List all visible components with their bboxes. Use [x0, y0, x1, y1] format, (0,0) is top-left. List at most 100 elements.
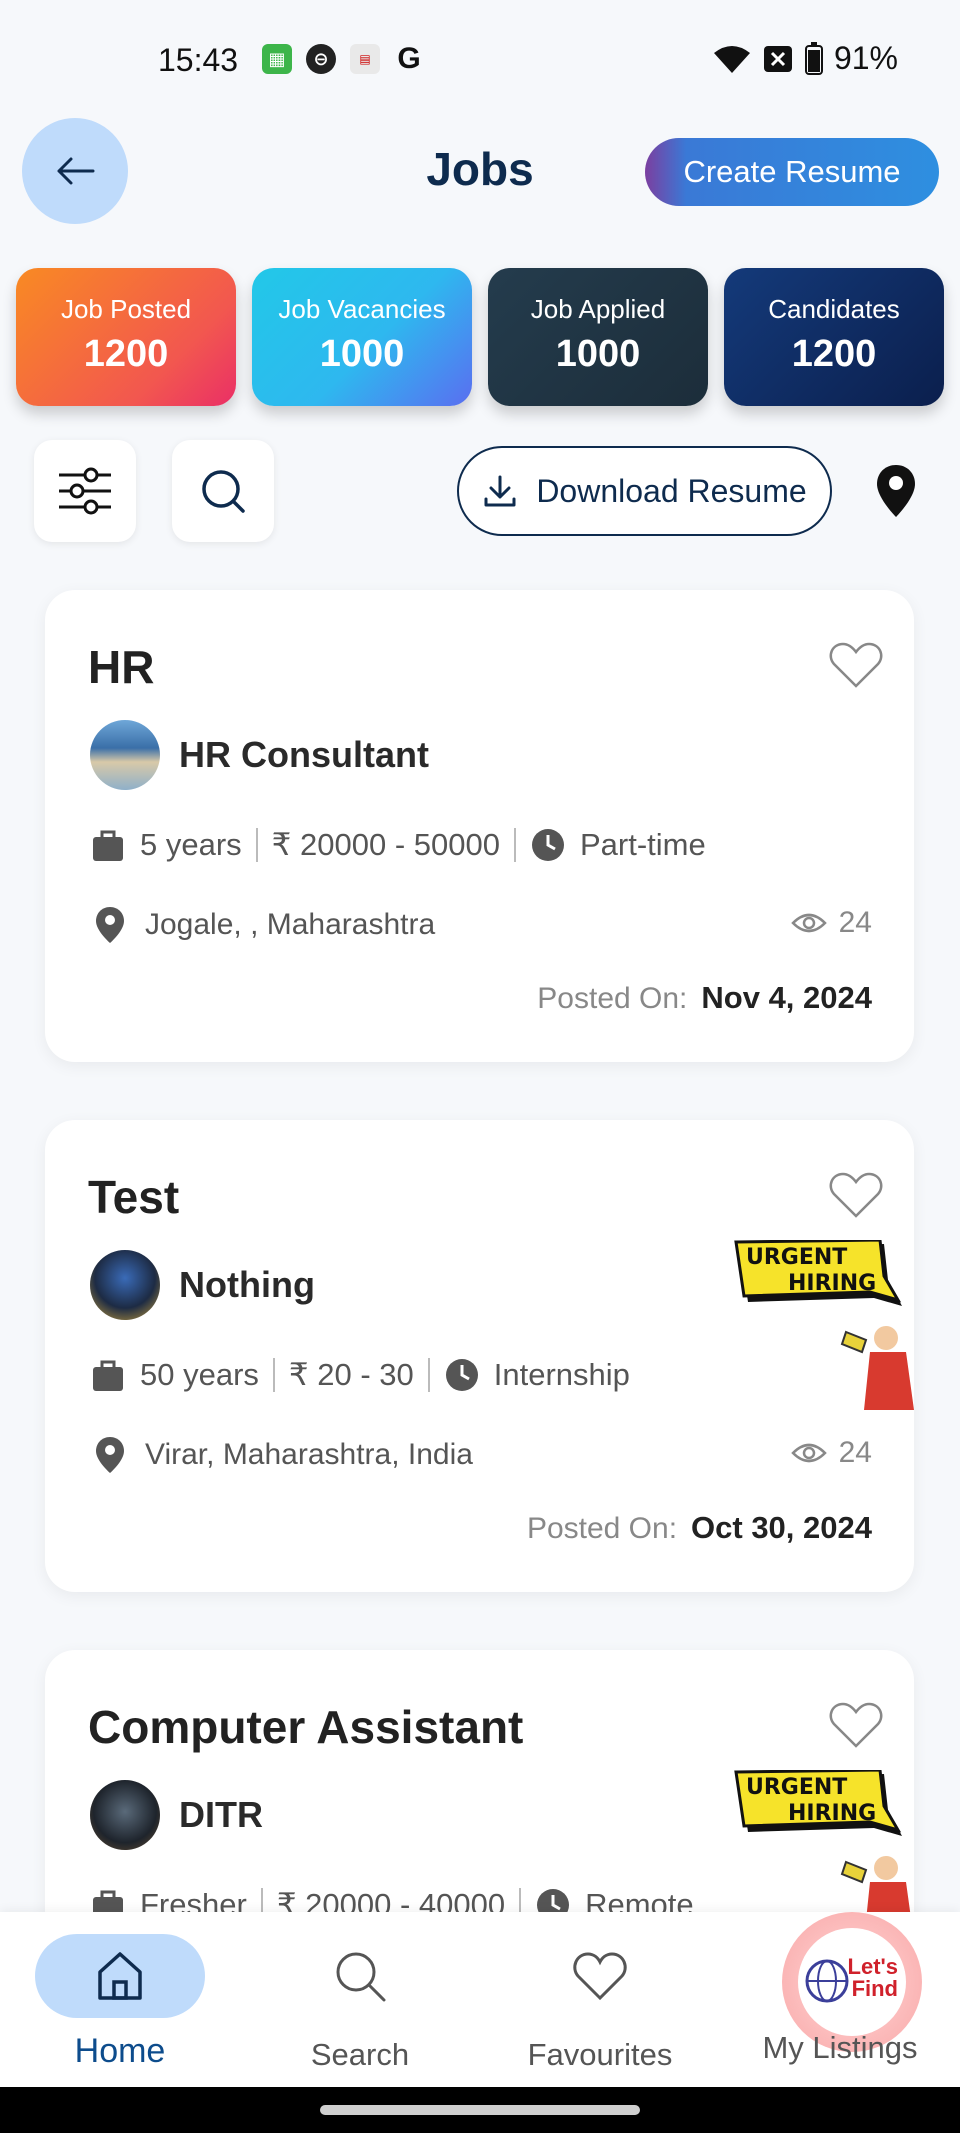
job-card[interactable]: Test Nothing URGENT HIRING 50 years ₹ 20…	[45, 1120, 914, 1592]
nav-favourites[interactable]: Favourites	[480, 1912, 720, 2087]
search-icon	[336, 1952, 386, 2002]
posted-label: Posted On:	[526, 1512, 678, 1545]
calendar-app-icon: ▦	[262, 44, 292, 74]
divider	[427, 1358, 430, 1392]
job-title: Test	[88, 1171, 180, 1223]
stat-value: 1000	[319, 333, 405, 375]
logo-text: Let's Find	[848, 1956, 898, 2000]
job-title: HR	[88, 641, 155, 693]
nav-home-label: Home	[74, 2032, 166, 2070]
posted-date: Oct 30, 2024	[691, 1510, 872, 1545]
posted-date: Nov 4, 2024	[701, 980, 872, 1015]
nav-favourites-label: Favourites	[527, 2037, 673, 2072]
urgent-text: URGENT	[746, 1775, 847, 1800]
company-name: DITR	[179, 1794, 263, 1835]
location-button[interactable]	[868, 458, 924, 524]
hiring-text: HIRING	[788, 1801, 876, 1826]
posted-label: Posted On:	[537, 982, 688, 1015]
globe-icon	[805, 1959, 849, 2003]
nav-search[interactable]: Search	[240, 1912, 480, 2087]
job-views: 24	[790, 1436, 872, 1470]
company-avatar	[90, 1780, 160, 1850]
no-sim-icon	[763, 45, 792, 72]
clock-icon	[445, 1359, 478, 1391]
stat-candidates[interactable]: Candidates 1200	[724, 268, 944, 406]
home-icon	[98, 1952, 142, 2000]
job-type: Internship	[493, 1357, 630, 1392]
nav-my-listings-label: My Listings	[762, 2030, 918, 2065]
stat-job-vacancies[interactable]: Job Vacancies 1000	[252, 268, 472, 406]
company-avatar	[90, 1250, 160, 1320]
divider	[513, 828, 516, 862]
stat-label: Job Applied	[530, 294, 666, 324]
status-bar: 15:43 ▦ ⊖ ▤ G 91%	[0, 0, 960, 120]
google-icon: G	[397, 42, 421, 75]
company-name: Nothing	[179, 1264, 315, 1305]
sliders-icon	[59, 467, 111, 515]
stat-value: 1200	[791, 333, 877, 375]
briefcase-icon	[93, 1360, 123, 1391]
stat-label: Job Vacancies	[278, 294, 446, 324]
posted-on: Posted On: Nov 4, 2024	[537, 980, 872, 1016]
search-icon	[202, 470, 245, 513]
job-title: Computer Assistant	[88, 1701, 524, 1753]
stat-label: Candidates	[768, 294, 900, 324]
create-resume-button[interactable]: Create Resume	[645, 138, 939, 206]
view-count: 24	[838, 906, 872, 939]
stat-value: 1200	[83, 333, 169, 375]
clock-icon	[531, 829, 564, 861]
nav-my-listings[interactable]: Let's Find My Listings	[720, 1912, 960, 2087]
job-type: Part-time	[579, 827, 706, 862]
heart-icon[interactable]	[828, 640, 884, 690]
urgent-hiring-badge: URGENT HIRING	[734, 1770, 913, 1930]
nav-home[interactable]: Home	[0, 1912, 240, 2087]
job-salary: ₹ 20 - 30	[288, 1357, 414, 1392]
heart-icon[interactable]	[828, 1170, 884, 1220]
job-location-row: Jogale, , Maharashtra	[95, 906, 435, 944]
status-time: 15:43	[158, 42, 239, 78]
job-location: Jogale, , Maharashtra	[145, 908, 436, 941]
job-card[interactable]: Computer Assistant DITR URGENT HIRING Fr…	[45, 1650, 914, 1930]
location-pin-icon	[96, 1437, 124, 1473]
eye-icon	[790, 913, 827, 933]
stat-value: 1000	[555, 333, 641, 375]
divider	[255, 828, 258, 862]
urgent-text: URGENT	[746, 1245, 847, 1270]
filter-button[interactable]	[34, 440, 136, 542]
status-right: 91%	[712, 40, 898, 77]
stat-job-applied[interactable]: Job Applied 1000	[488, 268, 708, 406]
divider	[272, 1358, 275, 1392]
location-pin-icon	[877, 465, 915, 517]
job-views: 24	[790, 906, 872, 940]
briefcase-icon	[93, 830, 123, 861]
download-resume-label: Download Resume	[536, 472, 807, 509]
job-salary: ₹ 20000 - 50000	[271, 827, 500, 862]
status-app-icons: ▦ ⊖ ▤ G	[262, 42, 424, 75]
bottom-navigation: Home Search Favourites Let's Find My Lis…	[0, 1912, 960, 2087]
metro-app-icon: ⊖	[306, 44, 336, 74]
job-location: Virar, Maharashtra, India	[145, 1438, 473, 1471]
stat-job-posted[interactable]: Job Posted 1200	[16, 268, 236, 406]
company-name: HR Consultant	[179, 734, 429, 775]
heart-icon[interactable]	[828, 1700, 884, 1750]
battery-icon	[804, 41, 823, 75]
stat-label: Job Posted	[60, 294, 192, 324]
download-resume-button[interactable]: Download Resume	[457, 446, 832, 536]
job-experience: 5 years	[140, 827, 242, 862]
posted-on: Posted On: Oct 30, 2024	[527, 1510, 872, 1546]
job-meta: 5 years ₹ 20000 - 50000 Part-time	[90, 827, 706, 863]
nav-search-label: Search	[310, 2037, 410, 2072]
eye-icon	[790, 1443, 827, 1463]
location-pin-icon	[96, 907, 124, 943]
search-button[interactable]	[172, 440, 274, 542]
home-indicator[interactable]	[320, 2105, 640, 2115]
battery-percent: 91%	[833, 40, 898, 76]
news-app-icon: ▤	[350, 44, 380, 74]
hiring-text: HIRING	[788, 1271, 876, 1296]
logo-line2: Find	[851, 1976, 898, 2001]
job-card[interactable]: HR HR Consultant 5 years ₹ 20000 - 50000…	[45, 590, 914, 1062]
heart-icon	[573, 1952, 627, 2001]
urgent-hiring-badge: URGENT HIRING	[734, 1240, 914, 1410]
job-experience: 50 years	[140, 1357, 259, 1392]
wifi-icon	[713, 45, 750, 73]
